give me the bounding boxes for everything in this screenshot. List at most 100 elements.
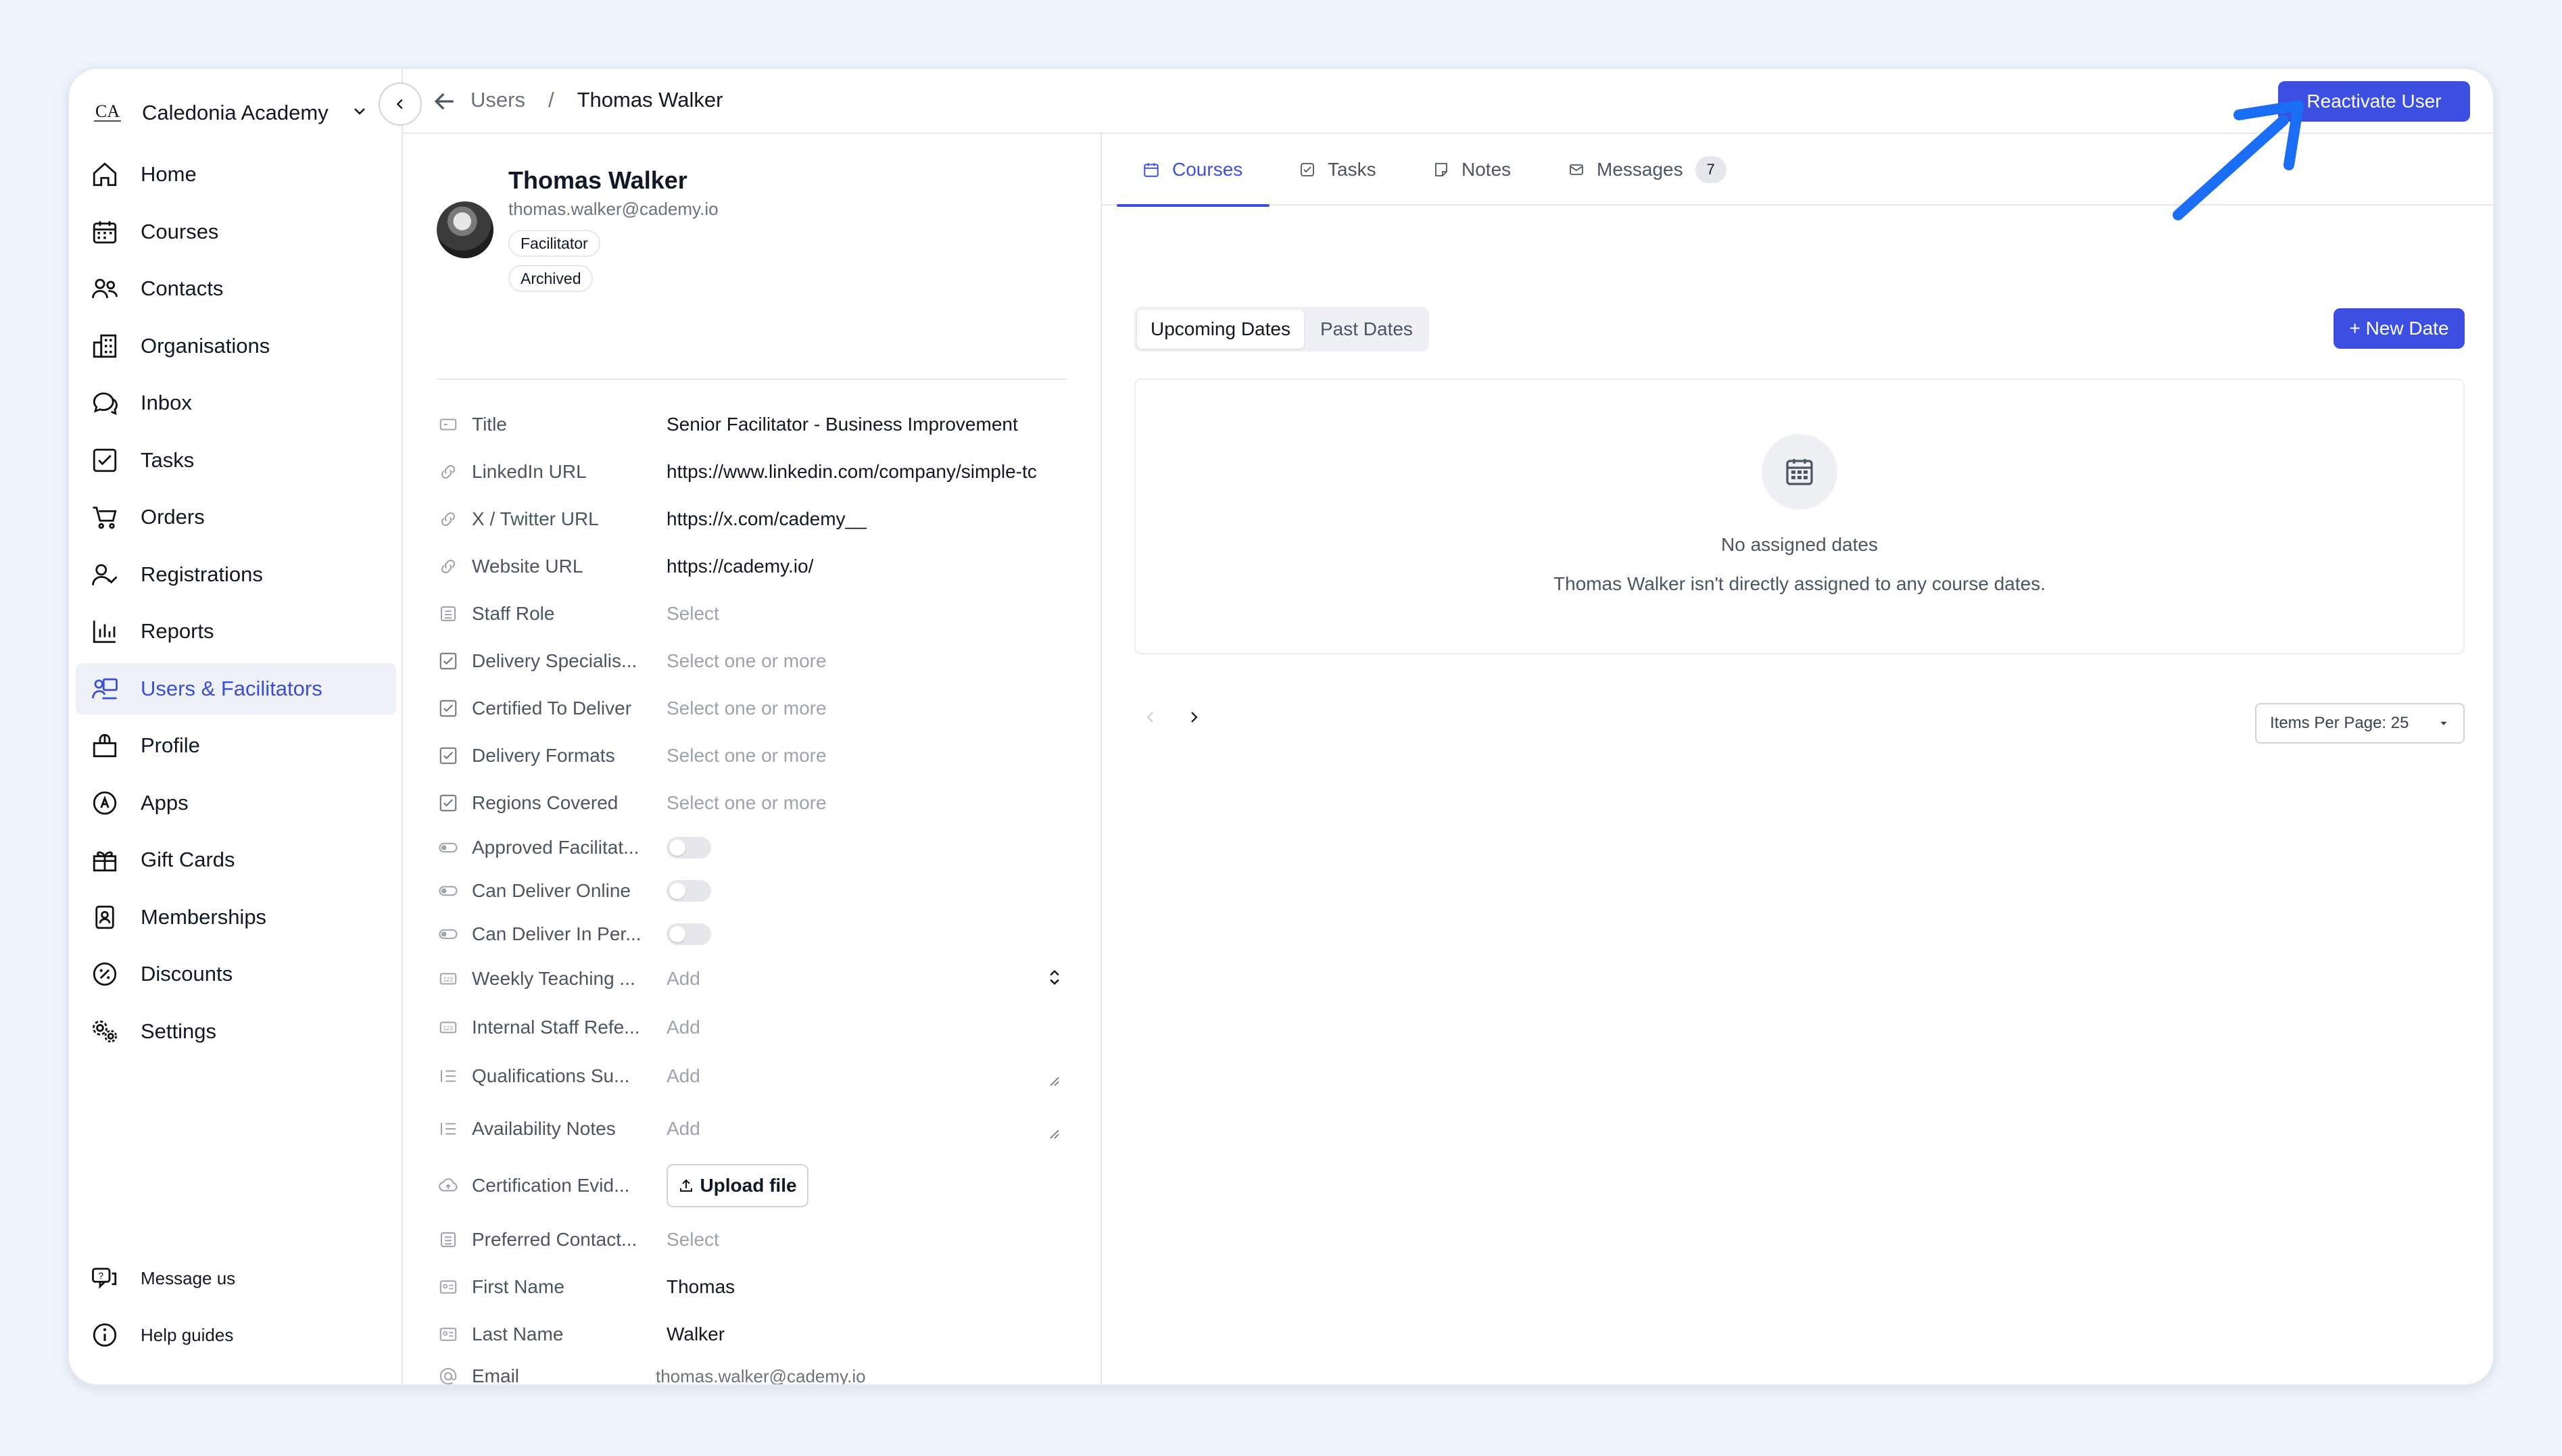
collapse-sidebar-button[interactable] — [379, 82, 422, 126]
field-last-name: Last Name Walker — [437, 1321, 1072, 1348]
field-delivery-specialis: Delivery Specialis... Select one or more — [437, 648, 1072, 675]
field-label: Qualifications Su... — [472, 1065, 630, 1086]
field-value[interactable]: Select one or more — [667, 698, 1059, 719]
toggle-switch[interactable] — [667, 880, 711, 902]
link-icon — [437, 460, 460, 483]
field-value[interactable]: Add — [667, 968, 1059, 990]
resize-handle-icon[interactable] — [1045, 1072, 1061, 1092]
field-label: Regions Covered — [472, 792, 619, 813]
back-arrow-icon[interactable] — [430, 87, 460, 116]
calendar-grid-icon — [1762, 434, 1837, 510]
org-switcher[interactable]: CA Caledonia Academy — [89, 82, 387, 143]
sidebar-item-profile[interactable]: Profile — [76, 720, 396, 771]
profile-name: Thomas Walker — [508, 166, 687, 194]
upload-cloud-icon — [437, 1174, 460, 1197]
field-title: Title Senior Facilitator - Business Impro… — [437, 411, 1072, 438]
membership-icon — [89, 902, 120, 933]
toggle-switch[interactable] — [667, 837, 711, 858]
apps-icon — [89, 787, 120, 819]
field-value[interactable]: Add — [667, 1065, 1059, 1087]
breadcrumb-users-link[interactable]: Users — [470, 88, 525, 112]
sidebar-item-label: Home — [141, 162, 197, 186]
field-value[interactable]: Select one or more — [667, 745, 1059, 767]
sidebar-item-orders[interactable]: Orders — [76, 491, 396, 543]
building-icon — [89, 331, 120, 362]
field-value[interactable]: Select — [667, 603, 1059, 625]
sidebar-item-registrations[interactable]: Registrations — [76, 549, 396, 600]
tab-courses[interactable]: Courses — [1117, 134, 1270, 207]
field-email: Email thomas.walker@cademy.io — [437, 1363, 1072, 1384]
upcoming-dates-toggle[interactable]: Upcoming Dates — [1137, 310, 1304, 349]
sidebar-item-label: Message us — [141, 1267, 236, 1288]
field-value[interactable]: Select — [667, 1229, 1059, 1251]
sidebar-item-reports[interactable]: Reports — [76, 606, 396, 657]
avatar — [437, 201, 493, 258]
app-window: CA Caledonia Academy Home Courses Contacts… — [68, 68, 2494, 1386]
profile-panel: Thomas Walker thomas.walker@cademy.io Fa… — [403, 134, 1102, 1384]
field-value[interactable]: Add — [667, 1017, 1059, 1038]
upload-file-label: Upload file — [700, 1175, 797, 1196]
past-dates-toggle[interactable]: Past Dates — [1307, 310, 1426, 349]
profile-divider — [437, 379, 1067, 380]
items-per-page-select[interactable]: Items Per Page: 25 — [2255, 703, 2465, 744]
sidebar-item-discounts[interactable]: Discounts — [76, 948, 396, 1000]
sidebar-item-message-us[interactable]: ? Message us — [76, 1255, 396, 1302]
resize-handle-icon[interactable] — [1045, 1125, 1061, 1144]
upload-file-button[interactable]: Upload file — [667, 1164, 808, 1207]
status-badge: Archived — [508, 265, 594, 292]
text-field-icon — [437, 413, 460, 436]
field-availability-notes: Availability Notes Add — [437, 1115, 1072, 1142]
sidebar-nav: Home Courses Contacts Organisations Inbox Tas… — [69, 149, 403, 1063]
field-label: Can Deliver Online — [472, 880, 631, 901]
field-delivery-formats: Delivery Formats Select one or more — [437, 742, 1072, 769]
note-icon — [1435, 163, 1447, 176]
field-value[interactable]: Thomas — [667, 1276, 1059, 1298]
empty-state-card: No assigned dates Thomas Walker isn't di… — [1134, 379, 2465, 654]
detail-panel: Courses Tasks Notes Messages 7 Upcoming … — [1102, 134, 2493, 1384]
sidebar-item-organisations[interactable]: Organisations — [76, 320, 396, 372]
toggle-switch[interactable] — [667, 923, 711, 945]
sidebar-item-apps[interactable]: Apps — [76, 777, 396, 829]
tab-messages[interactable]: Messages 7 — [1568, 134, 1726, 205]
sidebar-item-help-guides[interactable]: Help guides — [76, 1311, 396, 1359]
empty-state-title: No assigned dates — [1721, 534, 1878, 555]
toggle-icon — [437, 879, 460, 902]
tab-label: Notes — [1461, 159, 1512, 180]
field-value[interactable]: thomas.walker@cademy.io — [656, 1366, 1048, 1385]
field-value[interactable]: https://cademy.io/ — [667, 556, 1059, 577]
annotation-arrow-icon — [2173, 100, 2304, 220]
new-date-button[interactable]: + New Date — [2334, 308, 2465, 349]
select-icon — [437, 602, 460, 625]
sidebar-item-courses[interactable]: Courses — [76, 206, 396, 258]
svg-text:123: 123 — [443, 1025, 454, 1032]
sidebar-item-inbox[interactable]: Inbox — [76, 377, 396, 429]
stepper-icon[interactable] — [1045, 968, 1064, 990]
field-value[interactable]: Walker — [667, 1324, 1059, 1345]
tab-tasks[interactable]: Tasks — [1299, 134, 1376, 205]
field-value[interactable]: Add — [667, 1118, 1059, 1140]
sidebar-item-home[interactable]: Home — [76, 149, 396, 200]
field-label: Last Name — [472, 1324, 564, 1344]
sidebar-item-contacts[interactable]: Contacts — [76, 263, 396, 314]
sidebar-item-gift-cards[interactable]: Gift Cards — [76, 834, 396, 885]
next-page-icon[interactable] — [1186, 706, 1202, 731]
sidebar-item-settings[interactable]: Settings — [76, 1006, 396, 1057]
svg-text:CA: CA — [95, 101, 120, 121]
breadcrumb-current: Thomas Walker — [577, 88, 723, 112]
mail-icon — [1570, 164, 1583, 175]
field-certified-to-deliver: Certified To Deliver Select one or more — [437, 695, 1072, 722]
prev-page-icon[interactable] — [1142, 706, 1159, 731]
field-value[interactable]: Select one or more — [667, 650, 1059, 672]
sidebar-item-memberships[interactable]: Memberships — [76, 892, 396, 943]
tab-notes[interactable]: Notes — [1433, 134, 1511, 205]
field-value[interactable]: Select one or more — [667, 792, 1059, 814]
sidebar-item-tasks[interactable]: Tasks — [76, 435, 396, 486]
field-value[interactable]: https://www.linkedin.com/company/simple-… — [667, 461, 1059, 483]
field-value[interactable]: https://x.com/cademy__ — [667, 508, 1059, 530]
field-certification-evid: Certification Evid... Upload file — [437, 1164, 1072, 1207]
dates-segmented-control: Upcoming Dates Past Dates — [1134, 307, 1429, 351]
brand-logo: CA — [89, 95, 126, 131]
sidebar-item-users-and-facilitators[interactable]: Users & Facilitators — [76, 662, 396, 714]
field-value[interactable]: Senior Facilitator - Business Improvemen… — [667, 414, 1059, 435]
field-label: Certification Evid... — [472, 1175, 630, 1196]
